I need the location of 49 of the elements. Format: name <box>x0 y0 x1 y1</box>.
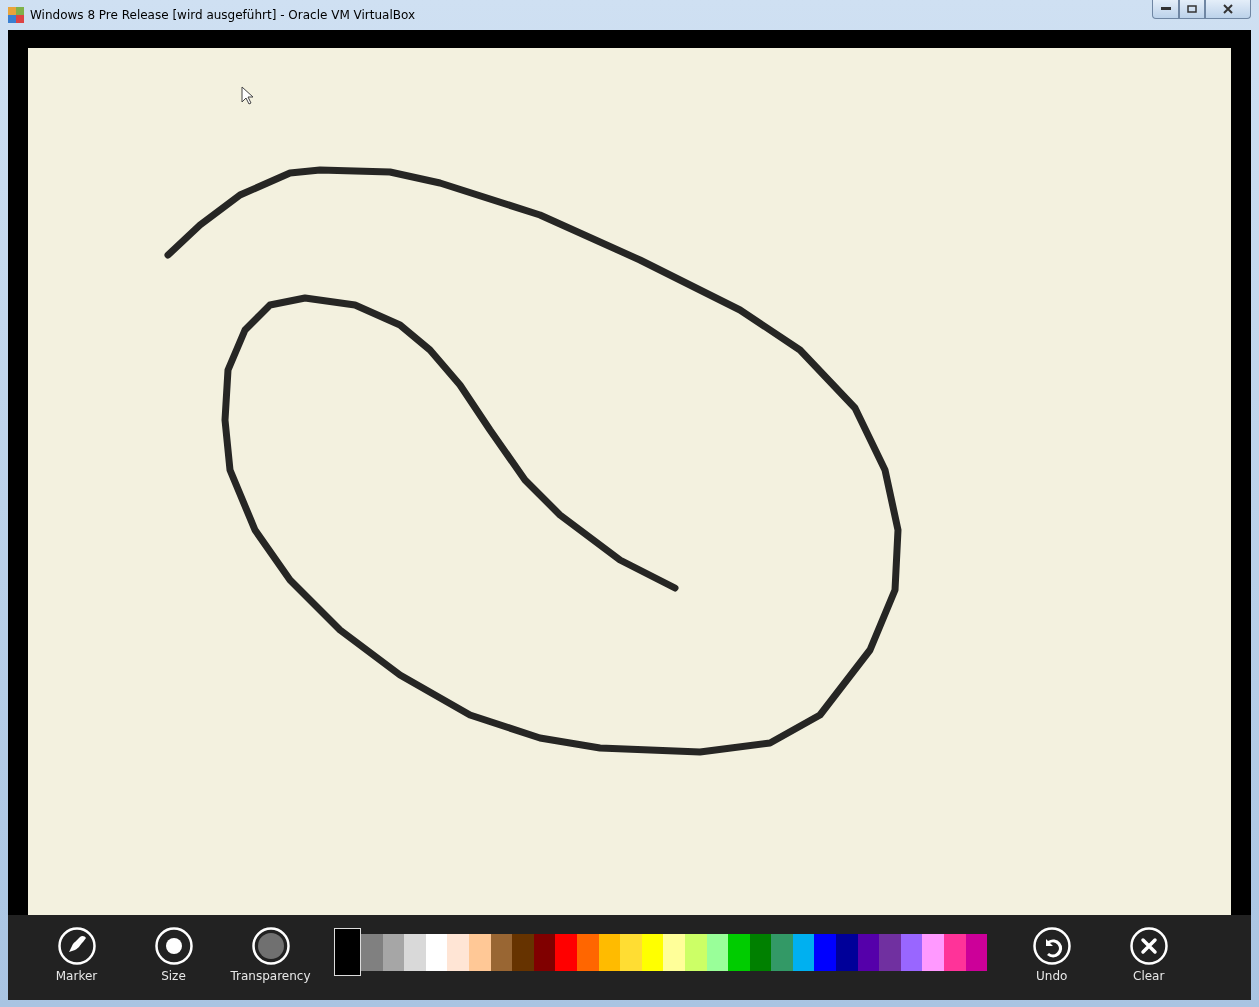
marker-tool-button[interactable]: Marker <box>28 927 125 983</box>
color-swatch[interactable] <box>641 933 664 971</box>
color-swatch[interactable] <box>533 933 556 971</box>
color-swatch[interactable] <box>728 933 750 971</box>
close-icon <box>1223 4 1233 14</box>
undo-button[interactable]: Undo <box>1003 927 1101 983</box>
app-icon <box>8 7 24 23</box>
color-swatch[interactable] <box>620 933 642 971</box>
transparency-tool-button[interactable]: Transparency <box>222 927 319 983</box>
color-swatch[interactable] <box>598 933 621 971</box>
color-swatch[interactable] <box>857 933 880 971</box>
minimize-button[interactable] <box>1152 0 1179 19</box>
color-swatch[interactable] <box>814 933 837 971</box>
color-swatch[interactable] <box>922 933 945 971</box>
dot-icon <box>154 927 193 965</box>
color-swatch[interactable] <box>576 933 599 971</box>
clear-button[interactable]: Clear <box>1100 927 1198 983</box>
color-swatch[interactable] <box>836 933 858 971</box>
color-swatch[interactable] <box>447 933 469 971</box>
cursor-icon <box>241 86 254 105</box>
color-swatch[interactable] <box>900 933 923 971</box>
color-swatch[interactable] <box>334 928 361 976</box>
filled-circle-icon <box>251 927 290 965</box>
color-swatch[interactable] <box>771 933 793 971</box>
color-swatch[interactable] <box>706 933 729 971</box>
color-swatch[interactable] <box>382 933 405 971</box>
color-swatch[interactable] <box>404 933 426 971</box>
color-swatch[interactable] <box>468 933 491 971</box>
color-swatch[interactable] <box>555 933 577 971</box>
marker-icon <box>57 927 96 965</box>
undo-icon <box>1032 927 1071 965</box>
color-swatch[interactable] <box>792 933 815 971</box>
color-swatch[interactable] <box>361 933 383 971</box>
close-button[interactable] <box>1205 0 1251 19</box>
size-tool-button[interactable]: Size <box>125 927 222 983</box>
color-swatch[interactable] <box>512 933 534 971</box>
color-swatch[interactable] <box>684 933 707 971</box>
maximize-icon <box>1187 5 1197 13</box>
color-swatch[interactable] <box>490 933 513 971</box>
window-title: Windows 8 Pre Release [wird ausgeführt] - Oracle VM VirtualBox <box>30 8 416 22</box>
color-swatch[interactable] <box>425 933 448 971</box>
color-swatch[interactable] <box>965 933 988 971</box>
close-icon <box>1129 927 1168 965</box>
minimize-icon <box>1160 7 1171 11</box>
color-swatch[interactable] <box>663 933 685 971</box>
color-swatch[interactable] <box>944 933 966 971</box>
color-swatch[interactable] <box>879 933 901 971</box>
maximize-button[interactable] <box>1179 0 1205 19</box>
color-swatch[interactable] <box>749 933 772 971</box>
